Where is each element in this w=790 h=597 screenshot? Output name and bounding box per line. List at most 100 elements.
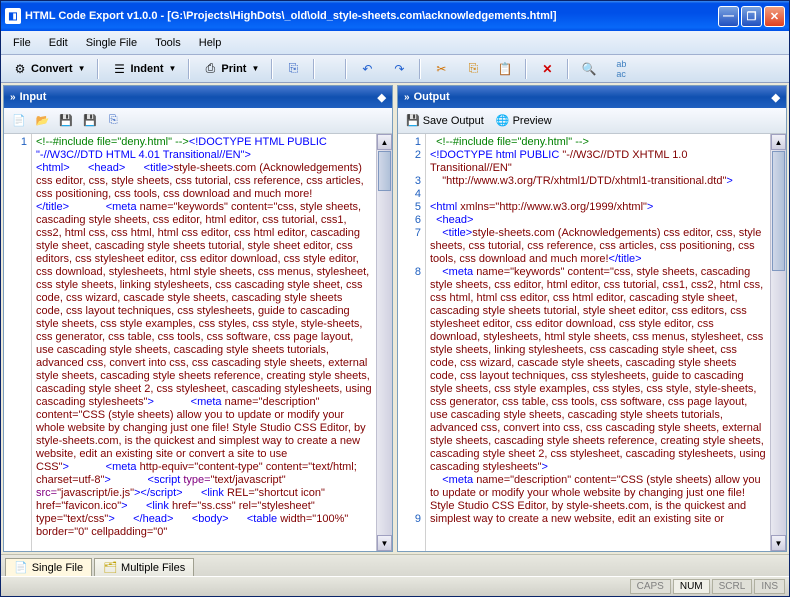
- menubar: File Edit Single File Tools Help: [1, 31, 789, 55]
- app-window: ◧ HTML Code Export v1.0.0 - [G:\Projects…: [0, 0, 790, 597]
- copy-button[interactable]: ⎘: [458, 58, 488, 80]
- document-icon: ⎘: [285, 61, 301, 77]
- undo-button[interactable]: ↶: [352, 58, 382, 80]
- output-gutter: 12 34567 8 9: [398, 134, 426, 551]
- bottom-tabs: 📄 Single File 🗂 Multiple Files: [1, 554, 789, 576]
- separator: [97, 59, 99, 79]
- save-all-icon: 💾: [83, 114, 97, 127]
- replace-icon: abac: [613, 61, 629, 77]
- chevron-right-icon: »: [10, 92, 16, 103]
- tab-multiple-files[interactable]: 🗂 Multiple Files: [94, 558, 194, 576]
- titlebar[interactable]: ◧ HTML Code Export v1.0.0 - [G:\Projects…: [1, 1, 789, 31]
- save-output-label: Save Output: [423, 115, 484, 127]
- window-title: HTML Code Export v1.0.0 - [G:\Projects\H…: [25, 10, 718, 22]
- copy-html-button[interactable]: ⎘: [278, 58, 308, 80]
- delete-button[interactable]: ✕: [532, 58, 562, 80]
- menu-edit[interactable]: Edit: [41, 34, 76, 52]
- cut-button[interactable]: ✂: [426, 58, 456, 80]
- input-gutter: 1: [4, 134, 32, 551]
- toolbar: ⚙ Convert ▼ ☰ Indent ▼ ⎙ Print ▼ ⎘ ↶ ↷ ✂…: [1, 55, 789, 83]
- open-folder-icon: 📂: [36, 114, 50, 127]
- chevron-right-icon: »: [404, 92, 410, 103]
- files-icon: 🗂: [103, 561, 117, 574]
- input-title: Input: [20, 91, 47, 103]
- input-toolbar: 📄 📂 💾 💾 ⎘: [4, 108, 392, 134]
- save-output-button[interactable]: 💾 Save Output: [402, 112, 488, 129]
- menu-file[interactable]: File: [5, 34, 39, 52]
- chevron-down-icon: ▼: [251, 64, 259, 73]
- menu-single-file[interactable]: Single File: [78, 34, 145, 52]
- indent-icon: ☰: [111, 61, 127, 77]
- scroll-up-icon[interactable]: ▲: [377, 134, 392, 150]
- redo-icon: ↷: [391, 61, 407, 77]
- print-label: Print: [221, 63, 246, 75]
- delete-icon: ✕: [539, 61, 555, 77]
- paste-button[interactable]: 📋: [490, 58, 520, 80]
- cut-icon: ✂: [433, 61, 449, 77]
- input-scrollbar[interactable]: ▲ ▼: [376, 134, 392, 551]
- output-scrollbar[interactable]: ▲ ▼: [770, 134, 786, 551]
- open-file-button[interactable]: 📂: [32, 112, 54, 129]
- paste-icon: ⎘: [109, 114, 118, 127]
- separator: [345, 59, 347, 79]
- tab-single-file[interactable]: 📄 Single File: [5, 558, 92, 576]
- scroll-down-icon[interactable]: ▼: [377, 535, 392, 551]
- find-icon: 🔍: [581, 61, 597, 77]
- separator: [271, 59, 273, 79]
- app-icon: ◧: [5, 8, 21, 24]
- scroll-down-icon[interactable]: ▼: [771, 535, 786, 551]
- separator: [188, 59, 190, 79]
- redo-button[interactable]: ↷: [384, 58, 414, 80]
- undo-icon: ↶: [359, 61, 375, 77]
- diamond-icon: ◆: [378, 91, 386, 104]
- copy-icon: ⎘: [465, 61, 481, 77]
- scroll-up-icon[interactable]: ▲: [771, 134, 786, 150]
- separator: [567, 59, 569, 79]
- new-file-icon: 📄: [12, 114, 26, 127]
- indent-button[interactable]: ☰ Indent ▼: [104, 58, 183, 80]
- maximize-button[interactable]: ❐: [741, 6, 762, 27]
- output-code[interactable]: <!--#include file="deny.html" --> <!DOCT…: [426, 134, 770, 551]
- menu-help[interactable]: Help: [191, 34, 230, 52]
- convert-button[interactable]: ⚙ Convert ▼: [5, 58, 92, 80]
- replace-button[interactable]: abac: [606, 58, 636, 80]
- output-toolbar: 💾 Save Output 🌐 Preview: [398, 108, 786, 134]
- tab-multiple-label: Multiple Files: [121, 562, 185, 574]
- output-panel: » Output ◆ 💾 Save Output 🌐 Preview 12 34…: [397, 85, 787, 552]
- preview-button[interactable]: 🌐 Preview: [492, 112, 556, 129]
- scroll-thumb[interactable]: [378, 151, 391, 191]
- output-panel-header[interactable]: » Output ◆: [398, 86, 786, 108]
- paste-icon: 📋: [497, 61, 513, 77]
- find-button[interactable]: 🔍: [574, 58, 604, 80]
- output-title: Output: [414, 91, 450, 103]
- paste-input-button[interactable]: ⎘: [105, 112, 122, 129]
- menu-tools[interactable]: Tools: [147, 34, 189, 52]
- input-editor[interactable]: 1 <!--#include file="deny.html" --><!DOC…: [4, 134, 392, 551]
- save-icon: 💾: [59, 114, 73, 127]
- chevron-down-icon: ▼: [168, 64, 176, 73]
- new-file-button[interactable]: 📄: [8, 112, 30, 129]
- print-icon: ⎙: [202, 61, 218, 77]
- minimize-button[interactable]: —: [718, 6, 739, 27]
- file-icon: 📄: [14, 561, 28, 574]
- status-scrl: SCRL: [712, 579, 753, 594]
- chevron-down-icon: ▼: [78, 64, 86, 73]
- diamond-icon: ◆: [772, 91, 780, 104]
- input-code[interactable]: <!--#include file="deny.html" --><!DOCTY…: [32, 134, 376, 551]
- save-icon: 💾: [406, 114, 420, 127]
- save-file-button[interactable]: 💾: [55, 112, 77, 129]
- gear-icon: ⚙: [12, 61, 28, 77]
- close-button[interactable]: ✕: [764, 6, 785, 27]
- content-area: » Input ◆ 📄 📂 💾 💾 ⎘ 1 <!--#include file=…: [1, 83, 789, 554]
- output-editor[interactable]: 12 34567 8 9 <!--#include file="deny.htm…: [398, 134, 786, 551]
- preview-label: Preview: [513, 115, 552, 127]
- save-settings-button[interactable]: 💾: [79, 112, 101, 129]
- separator: [313, 59, 315, 79]
- print-button[interactable]: ⎙ Print ▼: [195, 58, 266, 80]
- status-caps: CAPS: [630, 579, 671, 594]
- indent-label: Indent: [130, 63, 163, 75]
- status-ins: INS: [754, 579, 785, 594]
- scroll-thumb[interactable]: [772, 151, 785, 271]
- input-panel-header[interactable]: » Input ◆: [4, 86, 392, 108]
- separator: [419, 59, 421, 79]
